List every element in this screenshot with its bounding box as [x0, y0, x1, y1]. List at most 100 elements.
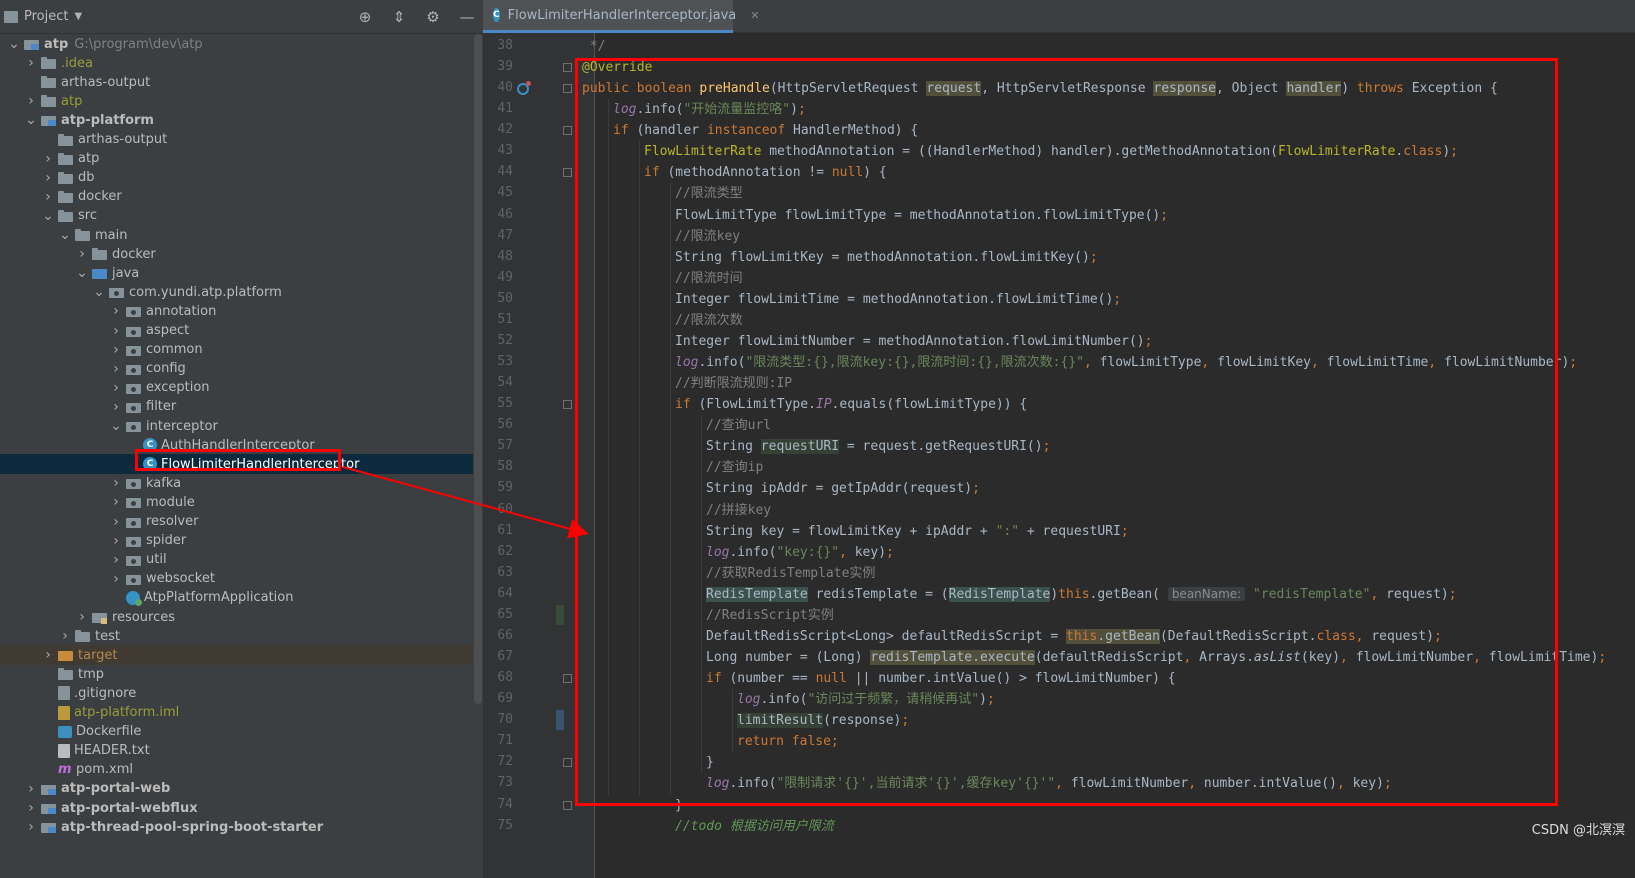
tree-item[interactable]: › websocket: [0, 569, 473, 589]
fold-marker[interactable]: [563, 400, 572, 410]
tree-item[interactable]: › atp-portal-web: [0, 779, 473, 799]
tree-item[interactable]: m pom.xml: [0, 760, 473, 780]
package-icon: [126, 516, 142, 528]
tree-item[interactable]: atp-platform.iml: [0, 703, 473, 723]
chevron-right-icon[interactable]: ›: [110, 342, 122, 358]
chevron-right-icon[interactable]: ›: [25, 819, 37, 835]
collapse-all-icon[interactable]: ⇕: [391, 8, 407, 26]
project-view-selector[interactable]: Project ▼: [4, 9, 82, 24]
fold-marker[interactable]: [563, 63, 572, 73]
tree-item[interactable]: › spider: [0, 531, 473, 551]
tree-item[interactable]: ⌄ interceptor: [0, 416, 473, 436]
tree-item[interactable]: › target: [0, 645, 473, 666]
tree-item[interactable]: › docker: [0, 244, 473, 264]
tree-item[interactable]: ⌄ com.yundi.atp.platform: [0, 282, 473, 302]
fold-marker[interactable]: [563, 674, 572, 684]
fold-marker[interactable]: [563, 126, 572, 136]
tree-item[interactable]: › exception: [0, 378, 473, 398]
tree-item[interactable]: › resources: [0, 607, 473, 627]
chevron-right-icon[interactable]: ›: [25, 800, 37, 816]
tree-item[interactable]: › atp: [0, 91, 473, 111]
line-number: 57: [497, 438, 513, 454]
tree-item[interactable]: › util: [0, 550, 473, 570]
tree-item[interactable]: › .idea: [0, 53, 473, 73]
tree-item[interactable]: ⌄ atp-platform: [0, 110, 473, 130]
chevron-right-icon[interactable]: ›: [110, 303, 122, 319]
fold-marker[interactable]: [563, 758, 572, 768]
tree-item[interactable]: › kafka: [0, 473, 473, 493]
tree-item[interactable]: C AuthHandlerInterceptor: [0, 435, 473, 455]
chevron-down-icon[interactable]: ⌄: [93, 284, 105, 300]
fold-marker[interactable]: [563, 168, 572, 178]
tree-item[interactable]: › module: [0, 492, 473, 512]
minimize-icon[interactable]: —: [459, 8, 475, 26]
chevron-right-icon[interactable]: ›: [110, 361, 122, 377]
docker-file-icon: [58, 725, 72, 738]
tree-item[interactable]: .gitignore: [0, 683, 473, 703]
tree-item[interactable]: arthas-output: [0, 72, 473, 92]
chevron-down-icon[interactable]: ⌄: [110, 418, 122, 434]
tree-item[interactable]: › resolver: [0, 512, 473, 532]
tree-item[interactable]: › annotation: [0, 301, 473, 321]
tree-item[interactable]: › docker: [0, 187, 473, 207]
tree-item[interactable]: AtpPlatformApplication: [0, 588, 473, 608]
fold-marker[interactable]: [563, 800, 572, 810]
chevron-right-icon[interactable]: ›: [76, 609, 88, 625]
tree-item[interactable]: › atp: [0, 149, 473, 169]
tree-item-label: atp-portal-web: [61, 781, 171, 797]
tree-item[interactable]: Dockerfile: [0, 722, 473, 742]
override-marker-icon[interactable]: [517, 81, 531, 96]
tab-flowlimiter[interactable]: C FlowLimiterHandlerInterceptor.java ✕: [483, 0, 759, 33]
chevron-down-icon[interactable]: ⌄: [76, 265, 88, 281]
tree-item[interactable]: › common: [0, 340, 473, 360]
chevron-right-icon[interactable]: ›: [110, 514, 122, 530]
tree-item[interactable]: › aspect: [0, 321, 473, 341]
chevron-right-icon[interactable]: ›: [110, 571, 122, 587]
tree-item[interactable]: ⌄ java: [0, 263, 473, 283]
tree-item[interactable]: tmp: [0, 664, 473, 684]
chevron-right-icon[interactable]: ›: [110, 475, 122, 491]
tree-scrollbar[interactable]: [474, 34, 482, 704]
chevron-down-icon[interactable]: ⌄: [8, 36, 20, 52]
chevron-right-icon[interactable]: ›: [110, 380, 122, 396]
tree-item[interactable]: › filter: [0, 397, 473, 417]
fold-marker[interactable]: [563, 84, 572, 94]
code-editor[interactable]: */ @Override public boolean preHandle(Http…: [582, 33, 1635, 878]
chevron-right-icon[interactable]: ›: [42, 151, 54, 167]
project-panel: Project ▼ ⊕ ⇕ ⚙ — ⌄ atp G:\program\dev\atp…: [0, 0, 483, 878]
chevron-down-icon[interactable]: ⌄: [59, 227, 71, 243]
tree-item[interactable]: › atp-portal-webflux: [0, 798, 473, 818]
chevron-right-icon[interactable]: ›: [59, 628, 71, 644]
chevron-right-icon[interactable]: ›: [76, 246, 88, 262]
chevron-right-icon[interactable]: ›: [42, 189, 54, 205]
tree-item[interactable]: › atp-thread-pool-spring-boot-starter: [0, 817, 473, 837]
tree-item-label: tmp: [78, 666, 105, 682]
chevron-down-icon[interactable]: ⌄: [42, 208, 54, 224]
chevron-down-icon[interactable]: ⌄: [25, 112, 37, 128]
tree-item[interactable]: arthas-output: [0, 130, 473, 150]
chevron-right-icon[interactable]: ›: [110, 533, 122, 549]
chevron-right-icon[interactable]: ›: [25, 55, 37, 71]
tree-item[interactable]: ⌄ main: [0, 225, 473, 245]
chevron-right-icon[interactable]: ›: [110, 323, 122, 339]
chevron-right-icon[interactable]: ›: [110, 399, 122, 415]
chevron-right-icon[interactable]: ›: [42, 170, 54, 186]
tree-item[interactable]: › test: [0, 626, 473, 646]
tree-item-label: main: [95, 227, 128, 243]
locate-icon[interactable]: ⊕: [357, 8, 373, 26]
close-icon[interactable]: ✕: [750, 9, 759, 22]
tree-item[interactable]: C FlowLimiterHandlerInterceptor: [0, 454, 473, 475]
tree-item[interactable]: › db: [0, 168, 473, 188]
chevron-right-icon[interactable]: ›: [110, 552, 122, 568]
tree-item[interactable]: › config: [0, 359, 473, 379]
chevron-right-icon[interactable]: ›: [25, 93, 37, 109]
tree-item[interactable]: ⌄ atp G:\program\dev\atp: [0, 34, 473, 54]
chevron-right-icon[interactable]: ›: [42, 647, 54, 663]
gear-icon[interactable]: ⚙: [425, 8, 441, 26]
editor-scrollbar[interactable]: [1623, 33, 1635, 878]
tree-item[interactable]: ⌄ src: [0, 206, 473, 226]
tree-item[interactable]: HEADER.txt: [0, 741, 473, 761]
chevron-right-icon[interactable]: ›: [110, 494, 122, 510]
chevron-down-icon[interactable]: ▼: [74, 11, 82, 22]
chevron-right-icon[interactable]: ›: [25, 781, 37, 797]
